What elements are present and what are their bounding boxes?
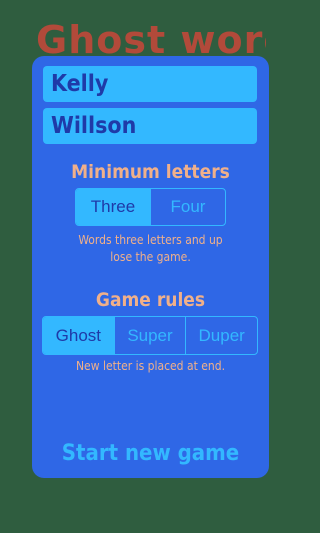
player2-name-field[interactable]: Willson (43, 108, 257, 144)
game-rules-heading: Game rules (95, 289, 206, 311)
rules-super-option[interactable]: Super (113, 317, 186, 354)
game-rules-description: New letter is placed at end. (75, 359, 226, 373)
minimum-letters-segmented-control: Three Four (75, 188, 226, 226)
minimum-letters-heading: Minimum letters (71, 161, 230, 183)
min-desc-line-2: lose the game. (110, 250, 191, 264)
start-new-game-button[interactable]: Start new game (32, 438, 269, 470)
min-letters-three-option[interactable]: Three (76, 189, 150, 225)
min-letters-four-option[interactable]: Four (150, 189, 225, 225)
background-title: Ghost word (36, 20, 266, 60)
game-rules-segmented-control: Ghost Super Duper (42, 316, 258, 355)
min-desc-line-1: Words three letters and up (78, 233, 223, 247)
settings-panel: Kelly Willson Minimum letters Three Four… (32, 56, 269, 478)
rules-ghost-option[interactable]: Ghost (43, 317, 114, 354)
rules-duper-option[interactable]: Duper (185, 317, 257, 354)
minimum-letters-description: Words three letters and up lose the game… (32, 232, 269, 266)
player1-name-field[interactable]: Kelly (43, 66, 257, 102)
